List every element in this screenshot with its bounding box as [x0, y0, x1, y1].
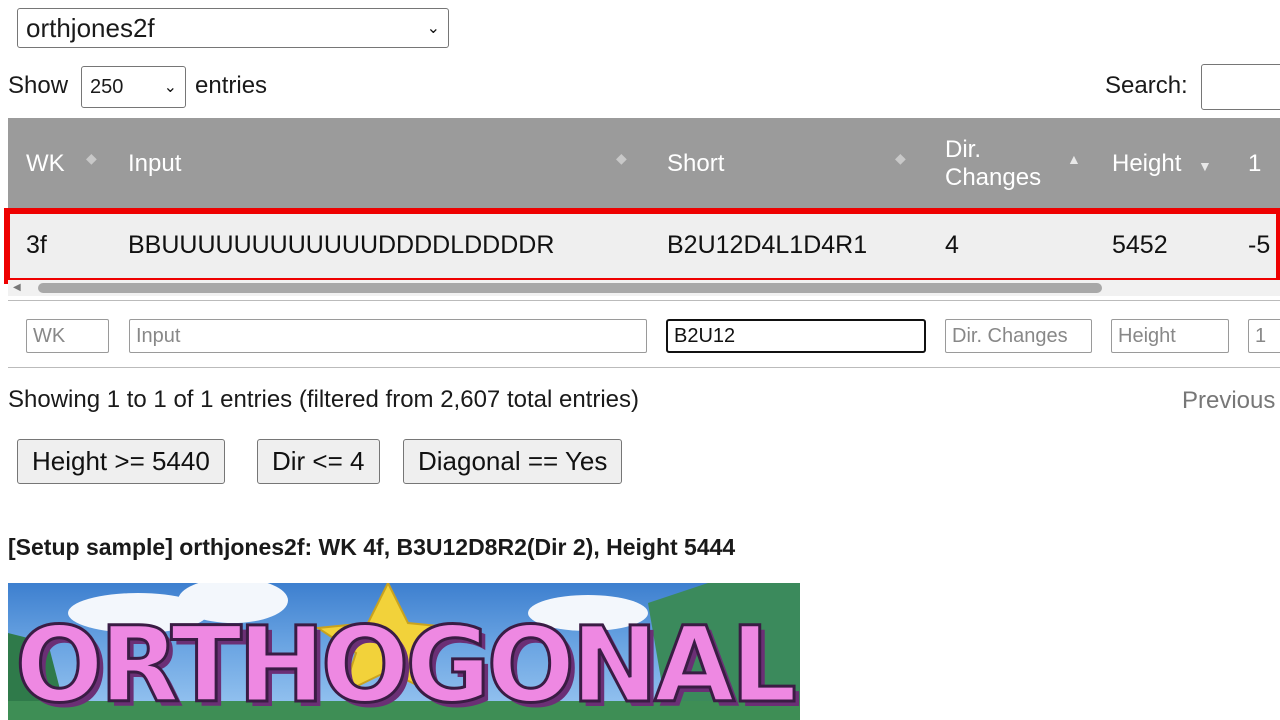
setup-sample-heading: [Setup sample] orthjones2f: WK 4f, B3U12…: [8, 534, 736, 560]
chevron-down-icon: ⌄: [426, 20, 440, 37]
column-header-short-label: Short: [667, 150, 725, 177]
filter-input-placeholder: Input: [136, 324, 181, 347]
column-header-wk-label: WK: [26, 150, 65, 177]
scrollbar-thumb[interactable]: [38, 283, 1102, 293]
filter-short-input[interactable]: B2U12: [666, 319, 926, 353]
column-header-input[interactable]: Input ◆: [128, 118, 638, 210]
sort-icon: ◆: [86, 150, 97, 166]
filter-short-value: B2U12: [674, 324, 736, 347]
table-info: Showing 1 to 1 of 1 entries (filtered fr…: [8, 386, 639, 413]
entries-select[interactable]: 250 ⌄: [81, 66, 186, 108]
cell-short: B2U12D4L1D4R1: [667, 230, 868, 259]
column-header-1-label: 1: [1248, 150, 1262, 177]
filter-wk-input[interactable]: WK: [26, 319, 109, 353]
search-input[interactable]: [1201, 64, 1280, 110]
column-header-height[interactable]: Height ▼: [1112, 118, 1222, 210]
scroll-left-icon[interactable]: ◀: [13, 282, 21, 293]
column-header-wk[interactable]: WK ◆: [26, 118, 106, 210]
previous-button[interactable]: Previous: [1182, 387, 1275, 415]
cell-input: BBUUUUUUUUUUUUDDDDLDDDDR: [128, 230, 555, 259]
orthogonal-banner-image: ORTHOGONAL: [8, 583, 800, 720]
filter-input-input[interactable]: Input: [129, 319, 647, 353]
height-filter-button[interactable]: Height >= 5440: [17, 439, 225, 484]
sort-descending-icon: ▼: [1198, 158, 1212, 174]
table-row[interactable]: 3f BBUUUUUUUUUUUUDDDDLDDDDR B2U12D4L1D4R…: [8, 210, 1280, 280]
cell-dir-changes: 4: [945, 230, 959, 259]
cell-col1: -5: [1248, 230, 1271, 259]
dir-filter-button[interactable]: Dir <= 4: [257, 439, 380, 484]
filter-dir-changes-input[interactable]: Dir. Changes: [945, 319, 1092, 353]
filter-col1-input[interactable]: 1: [1248, 319, 1280, 353]
entries-label: entries: [195, 72, 268, 99]
entries-select-value: 250: [90, 75, 124, 98]
filter-col1-placeholder: 1: [1255, 324, 1267, 347]
setup-select-value: orthjones2f: [26, 12, 155, 43]
cell-wk: 3f: [26, 230, 47, 259]
show-label: Show: [8, 72, 69, 99]
sort-ascending-icon: ▲: [1067, 151, 1081, 167]
column-header-short[interactable]: Short ◆: [667, 118, 917, 210]
column-header-input-label: Input: [128, 150, 182, 177]
column-header-1[interactable]: 1: [1248, 118, 1280, 210]
sort-icon: ◆: [616, 150, 627, 166]
search-label: Search:: [1105, 72, 1188, 99]
banner-title: ORTHOGONAL: [14, 604, 799, 720]
column-header-changes-label: Changes: [945, 164, 1042, 191]
column-header-dir-changes[interactable]: Dir. Changes ▲: [945, 118, 1085, 210]
filter-height-placeholder: Height: [1118, 324, 1176, 347]
sort-icon: ◆: [895, 150, 906, 166]
filter-wk-placeholder: WK: [33, 324, 66, 347]
table-header: WK ◆ Input ◆ Short ◆ Dir. Changes ▲ Heig…: [8, 118, 1280, 210]
setup-select[interactable]: orthjones2f ⌄: [17, 8, 449, 48]
diagonal-filter-button[interactable]: Diagonal == Yes: [403, 439, 623, 484]
chevron-down-icon: ⌄: [163, 79, 177, 96]
cell-height: 5452: [1112, 230, 1168, 259]
filter-dir-placeholder: Dir. Changes: [952, 324, 1068, 347]
filter-height-input[interactable]: Height: [1111, 319, 1229, 353]
column-header-height-label: Height: [1112, 150, 1182, 177]
column-header-dir-label: Dir.: [945, 136, 981, 163]
